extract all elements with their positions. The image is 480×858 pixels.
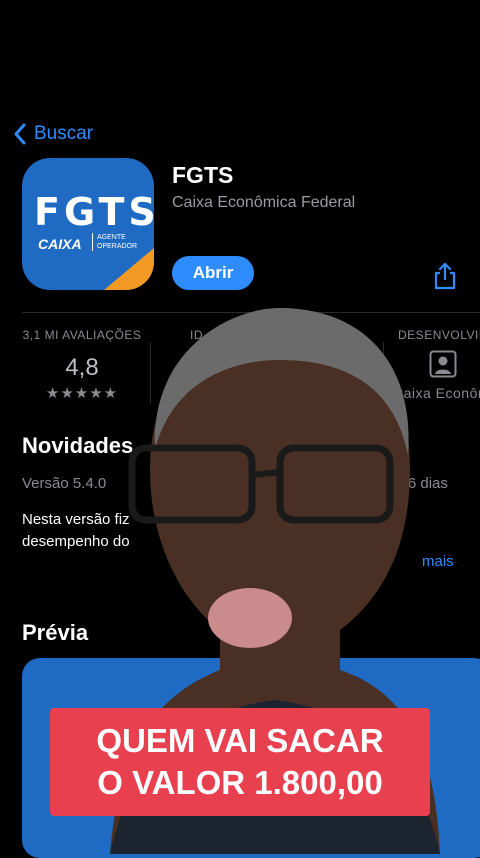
whats-new-version: Versão 5.4.0 xyxy=(22,475,107,492)
open-button[interactable]: Abrir xyxy=(172,256,254,290)
app-icon: FGTS CAIXA AGENTE OPERADOR xyxy=(22,158,154,290)
share-icon[interactable] xyxy=(432,262,458,290)
app-icon-wordmark: FGTS xyxy=(34,190,154,234)
back-button[interactable]: Buscar xyxy=(12,122,93,146)
caption-line-2: O VALOR 1.800,00 xyxy=(97,764,383,801)
app-icon-brand: CAIXA xyxy=(38,236,82,252)
app-icon-corner xyxy=(104,248,154,290)
caption-line-1: QUEM VAI SACAR xyxy=(96,722,384,759)
caption-banner: QUEM VAI SACAR O VALOR 1.800,00 xyxy=(50,708,430,816)
app-icon-tagline-1: AGENTE xyxy=(97,234,126,241)
app-title: FGTS xyxy=(172,162,234,188)
back-label: Buscar xyxy=(34,123,94,144)
preview-title: Prévia xyxy=(22,620,89,645)
app-developer[interactable]: Caixa Econômica Federal xyxy=(172,194,355,212)
chevron-left-icon xyxy=(14,123,26,145)
